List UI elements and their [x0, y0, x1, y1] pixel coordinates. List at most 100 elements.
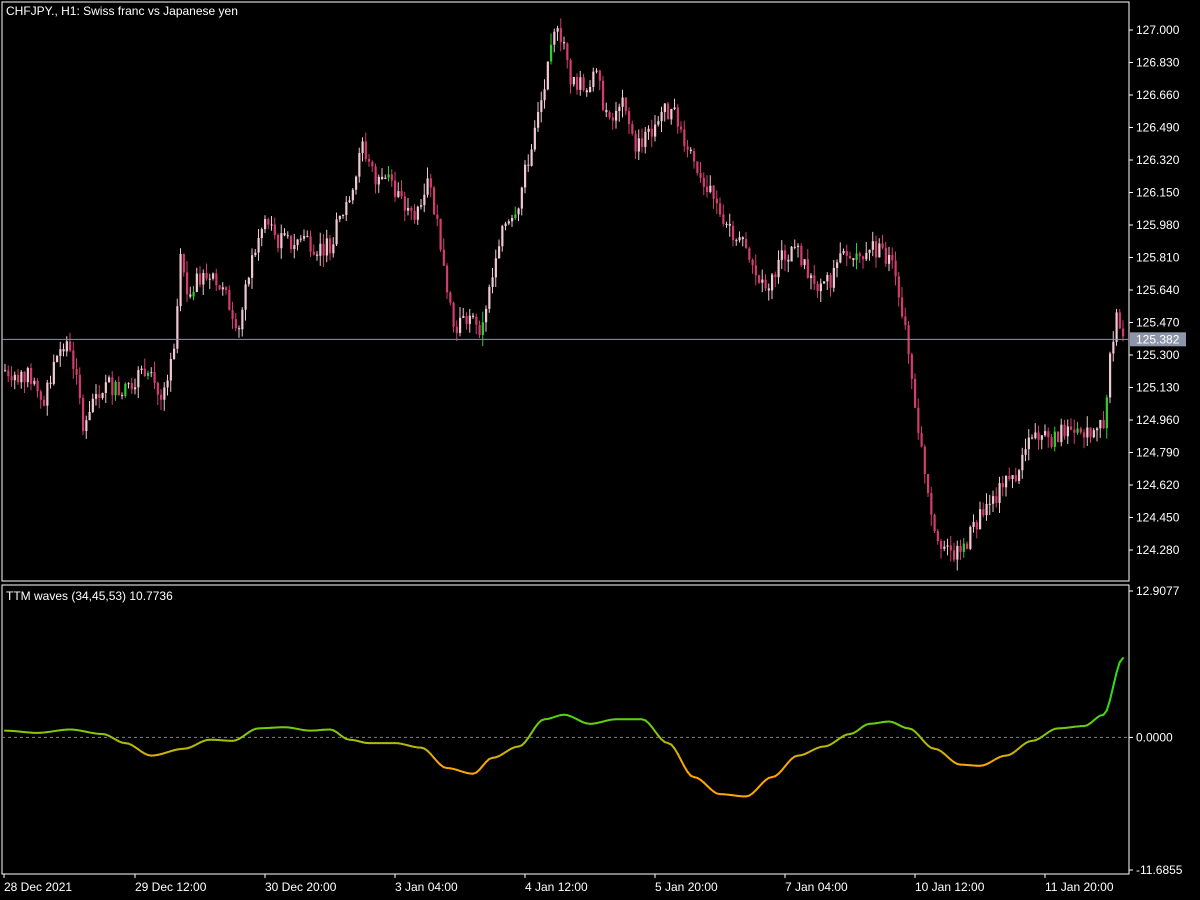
candle-body	[1037, 432, 1040, 440]
candle-body	[897, 276, 900, 298]
candle-body	[1018, 470, 1021, 481]
candle-body	[433, 187, 436, 215]
candle-body	[182, 254, 185, 273]
price-tick-label: 124.620	[1136, 478, 1180, 492]
candle-body	[364, 141, 367, 160]
candle-body	[533, 127, 536, 150]
candle-body	[1031, 437, 1034, 439]
candle-body	[988, 503, 991, 505]
candle-body	[88, 412, 91, 421]
indicator-tick-label: -11.6855	[1136, 863, 1183, 877]
candle-body	[852, 258, 855, 261]
candle-body	[95, 394, 98, 399]
candle-body	[946, 545, 949, 547]
candle-body	[72, 350, 75, 369]
price-tick-label: 125.980	[1136, 218, 1180, 232]
candle-body	[969, 526, 972, 549]
candle-body	[1115, 312, 1118, 342]
candle-body	[111, 377, 114, 396]
candle-body	[884, 247, 887, 264]
candle-body	[504, 223, 507, 227]
candle-body	[462, 315, 465, 318]
candle-body	[134, 387, 137, 390]
candle-body	[195, 273, 198, 292]
candle-body	[611, 117, 614, 121]
candle-body	[426, 178, 429, 195]
candle-body	[842, 250, 845, 254]
candle-body	[192, 291, 195, 297]
candle-body	[719, 203, 722, 215]
candle-body	[663, 103, 666, 113]
candle-body	[680, 126, 683, 130]
candle-body	[293, 245, 296, 250]
candle-body	[826, 274, 829, 282]
candle-body	[1092, 430, 1095, 438]
candle-body	[1050, 437, 1053, 447]
candle-body	[634, 133, 637, 152]
candle-body	[62, 349, 65, 352]
candle-body	[602, 80, 605, 110]
candle-body	[283, 233, 286, 236]
candle-body	[654, 124, 657, 137]
candle-body	[1112, 341, 1115, 354]
candle-body	[316, 254, 319, 256]
candle-body	[683, 129, 686, 147]
candle-body	[420, 205, 423, 207]
chart-canvas: CHFJPY., H1: Swiss franc vs Japanese yen…	[0, 0, 1200, 900]
candle-body	[390, 174, 393, 181]
candle-body	[13, 374, 16, 381]
candle-body	[280, 233, 283, 249]
candle-body	[416, 206, 419, 220]
candle-body	[215, 273, 218, 286]
candle-body	[91, 398, 94, 413]
candle-body	[553, 31, 556, 45]
candle-body	[559, 28, 562, 43]
price-tick-label: 126.830	[1136, 56, 1180, 70]
candle-body	[871, 241, 874, 250]
candle-body	[264, 219, 267, 230]
time-tick-label: 30 Dec 20:00	[265, 880, 337, 894]
candle-body	[244, 284, 247, 310]
candle-body	[530, 149, 533, 166]
price-tick-label: 127.000	[1136, 23, 1180, 37]
candle-body	[1024, 449, 1027, 455]
price-tick-label: 126.150	[1136, 186, 1180, 200]
candle-body	[953, 550, 956, 560]
candle-body	[754, 265, 757, 276]
indicator-tick-label: 0.0000	[1136, 730, 1173, 744]
candle-body	[17, 374, 20, 383]
candle-body	[966, 543, 969, 549]
candle-body	[1060, 424, 1063, 443]
candle-body	[186, 272, 189, 295]
candle-body	[1066, 426, 1069, 437]
candle-body	[787, 259, 790, 262]
candle-body	[631, 124, 634, 134]
candle-body	[49, 382, 52, 384]
candle-body	[923, 446, 926, 475]
candle-body	[748, 248, 751, 260]
candle-body	[10, 376, 13, 381]
candle-body	[745, 239, 748, 249]
time-tick-label: 7 Jan 04:00	[785, 880, 848, 894]
candle-body	[1089, 427, 1092, 438]
candle-body	[85, 420, 88, 432]
candle-body	[699, 173, 702, 178]
candle-body	[949, 545, 952, 551]
price-tick-label: 126.660	[1136, 88, 1180, 102]
candle-body	[65, 341, 68, 352]
candle-body	[706, 186, 709, 193]
candle-body	[576, 76, 579, 90]
candle-body	[550, 44, 553, 62]
candle-body	[241, 309, 244, 330]
candle-body	[1053, 431, 1056, 447]
candle-body	[998, 483, 1001, 503]
candle-body	[904, 316, 907, 326]
candle-body	[355, 176, 358, 190]
chart-background	[0, 0, 1200, 900]
candle-body	[257, 238, 260, 253]
candle-body	[797, 245, 800, 248]
candle-body	[605, 109, 608, 113]
candle-body	[767, 288, 770, 291]
candle-body	[849, 255, 852, 259]
candle-body	[1105, 397, 1108, 429]
